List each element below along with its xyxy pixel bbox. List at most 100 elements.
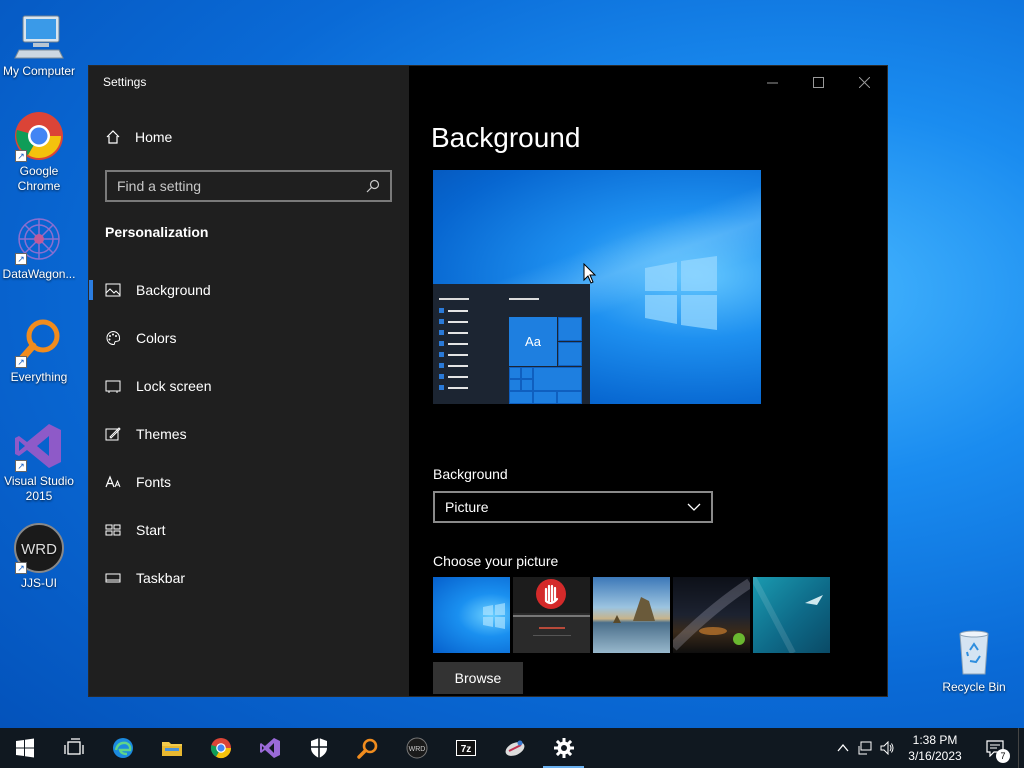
- shortcut-arrow-icon: ↗: [15, 460, 27, 472]
- action-center-button[interactable]: 7: [972, 728, 1018, 768]
- chrome-icon: ↗: [13, 110, 65, 162]
- start-icon: [15, 738, 34, 758]
- system-tray: 1:38 PM 3/16/2023 7: [832, 728, 1024, 768]
- recycle-bin-icon: [948, 626, 1000, 678]
- nav-item-label: Colors: [136, 330, 177, 346]
- show-desktop-button[interactable]: [1018, 728, 1024, 768]
- wrd-logo-text: WRD: [408, 746, 425, 753]
- palette-icon: [106, 330, 121, 346]
- close-icon: [858, 76, 870, 88]
- picture-thumbnail[interactable]: [593, 577, 670, 653]
- taskbar-7zip[interactable]: 7z: [441, 728, 490, 768]
- desktop-icon-datawagon[interactable]: ↗ DataWagon...: [0, 213, 78, 282]
- close-button[interactable]: [841, 66, 887, 98]
- taskbar-edge[interactable]: [98, 728, 147, 768]
- maximize-icon: [812, 76, 824, 88]
- desktop-icon-my-computer[interactable]: My Computer: [0, 10, 78, 79]
- 7zip-icon: 7z: [455, 740, 476, 756]
- lock-screen-icon: [105, 380, 121, 393]
- maximize-button[interactable]: [795, 66, 841, 98]
- search-icon[interactable]: [366, 179, 380, 193]
- desktop-icon-recycle-bin[interactable]: Recycle Bin: [935, 626, 1013, 695]
- picture-thumbnail[interactable]: [753, 577, 830, 653]
- nav-list: Background Colors Lock screen Themes Fon…: [89, 266, 409, 602]
- task-view-button[interactable]: [49, 728, 98, 768]
- mouse-cursor-icon: [583, 263, 597, 284]
- nav-home-link[interactable]: Home: [105, 129, 172, 145]
- datawagon-icon: ↗: [13, 213, 65, 265]
- settings-content-pane: Background Aa Background Picture Choose …: [409, 66, 887, 696]
- picture-thumbnail[interactable]: [513, 577, 590, 653]
- taskbar-everything[interactable]: [343, 728, 392, 768]
- search-box[interactable]: [105, 170, 392, 202]
- nav-item-label: Themes: [136, 426, 187, 442]
- desktop-icon-visual-studio[interactable]: ↗ Visual Studio 2015: [0, 420, 78, 504]
- nav-item-label: Taskbar: [136, 570, 186, 586]
- browse-button[interactable]: Browse: [433, 662, 523, 694]
- nav-item-taskbar[interactable]: Taskbar: [89, 554, 409, 602]
- taskbar-security[interactable]: [294, 728, 343, 768]
- taskbar-file-explorer[interactable]: [147, 728, 196, 768]
- fonts-icon: [105, 475, 121, 488]
- desktop-icon-label: JJS-UI: [21, 576, 57, 590]
- tray-volume-button[interactable]: [876, 728, 898, 768]
- landscape-image: [613, 597, 655, 623]
- desktop-icon-everything[interactable]: ↗ Everything: [0, 316, 78, 385]
- background-type-dropdown[interactable]: Picture: [433, 491, 713, 523]
- nav-item-label: Start: [136, 522, 166, 538]
- jjs-ui-icon: WRD ↗: [13, 522, 65, 574]
- desktop-icon-label: DataWagon...: [2, 267, 76, 281]
- jjs-ui-icon: WRD: [406, 737, 427, 759]
- page-title: Background: [431, 122, 581, 153]
- nav-item-colors[interactable]: Colors: [89, 314, 409, 362]
- volume-icon: [880, 741, 894, 755]
- taskbar-visual-studio[interactable]: [245, 728, 294, 768]
- taskbar-datawagon[interactable]: [490, 728, 539, 768]
- desktop-icon-google-chrome[interactable]: ↗ Google Chrome: [0, 110, 78, 194]
- underwater-image: [753, 577, 823, 653]
- tray-network-button[interactable]: [854, 728, 876, 768]
- nav-item-background[interactable]: Background: [89, 266, 409, 314]
- window-title: Settings: [103, 75, 147, 89]
- search-input[interactable]: [117, 178, 347, 194]
- nav-item-start[interactable]: Start: [89, 506, 409, 554]
- picture-thumbnail[interactable]: [433, 577, 510, 653]
- minimize-button[interactable]: [749, 66, 795, 98]
- desktop-icon-jjs-ui[interactable]: WRD ↗ JJS-UI: [0, 522, 78, 591]
- taskbar: WRD 7z 1:38 PM 3/16/2023 7: [0, 728, 1024, 768]
- start-icon: [105, 524, 121, 536]
- chevron-down-icon: [687, 503, 701, 511]
- taskbar-clock[interactable]: 1:38 PM 3/16/2023: [898, 732, 972, 764]
- notification-count-badge: 7: [996, 749, 1010, 763]
- start-button[interactable]: [0, 728, 49, 768]
- preview-start-menu: Aa: [433, 284, 590, 404]
- tray-overflow-button[interactable]: [832, 728, 854, 768]
- desktop-icon-label: Recycle Bin: [942, 680, 1006, 694]
- nav-item-lock-screen[interactable]: Lock screen: [89, 362, 409, 410]
- edge-icon: [112, 738, 133, 758]
- picture-thumbnail[interactable]: [673, 577, 750, 653]
- nav-item-label: Lock screen: [136, 378, 212, 394]
- taskbar-settings[interactable]: [539, 728, 588, 768]
- themes-icon: [105, 427, 121, 441]
- night-sky-image: [673, 578, 750, 651]
- taskbar-chrome[interactable]: [196, 728, 245, 768]
- visual-studio-icon: [259, 738, 280, 758]
- chrome-icon: [210, 738, 231, 759]
- taskbar-icon: [105, 573, 121, 583]
- everything-icon: [356, 738, 377, 759]
- nav-item-fonts[interactable]: Fonts: [89, 458, 409, 506]
- windows-logo-icon: [645, 256, 717, 330]
- taskbar-jjs-ui[interactable]: WRD: [392, 728, 441, 768]
- background-type-label: Background: [433, 466, 508, 482]
- window-caption-buttons: [749, 66, 887, 98]
- chevron-up-icon: [837, 743, 849, 752]
- nav-section-heading: Personalization: [105, 224, 209, 240]
- desktop-icon-label: Everything: [10, 370, 68, 384]
- clock-date: 3/16/2023: [908, 749, 962, 763]
- computer-icon: [13, 10, 65, 62]
- task-view-icon: [63, 738, 84, 755]
- minimize-icon: [766, 82, 778, 83]
- dropdown-value: Picture: [445, 499, 489, 515]
- nav-item-themes[interactable]: Themes: [89, 410, 409, 458]
